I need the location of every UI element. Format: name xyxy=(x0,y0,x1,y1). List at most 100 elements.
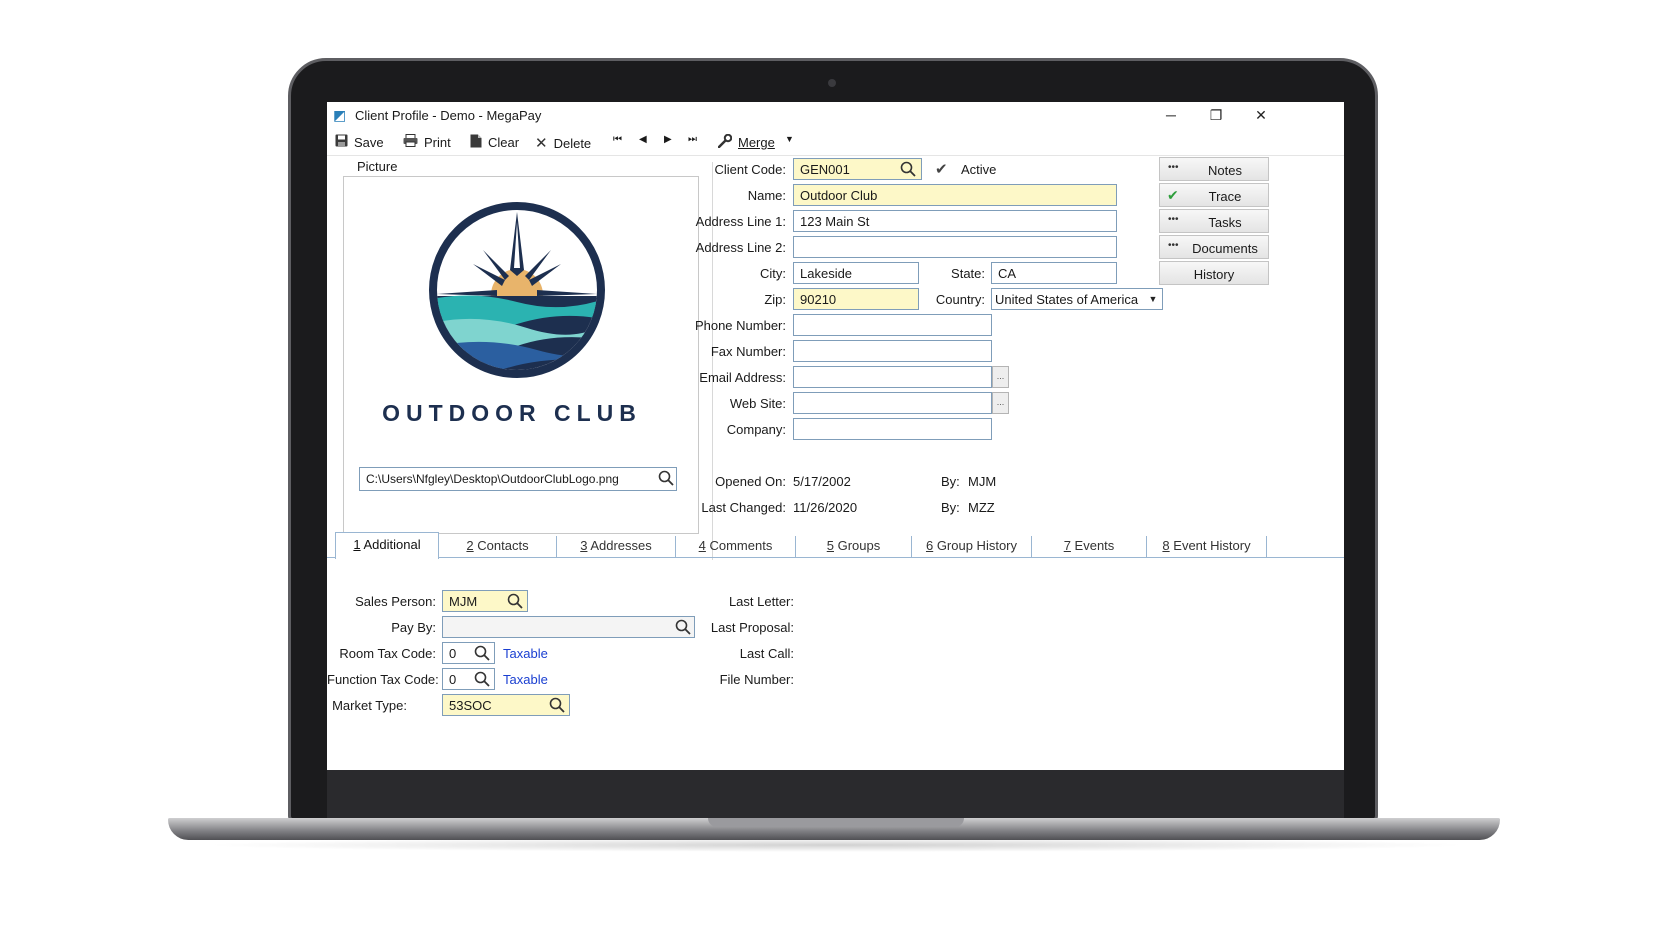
document-icon xyxy=(470,134,482,151)
opened-by-value: MJM xyxy=(968,474,997,489)
save-icon xyxy=(335,134,348,150)
last-proposal-label: Last Proposal: xyxy=(710,620,794,635)
web-site-label: Web Site: xyxy=(729,396,786,411)
tab-contacts[interactable]: 2 Contacts xyxy=(439,536,557,558)
sales-person-search-icon[interactable] xyxy=(507,593,523,612)
first-record-icon: ⏮ xyxy=(613,134,622,145)
address-line-2-input[interactable] xyxy=(793,236,1117,258)
country-select[interactable]: United States of America xyxy=(991,288,1163,310)
web-site-ellipsis-button[interactable]: ... xyxy=(992,392,1009,414)
documents-button[interactable]: ••• Documents xyxy=(1159,235,1269,259)
notes-label: Notes xyxy=(1208,163,1242,178)
logo-wordmark: OUTDOOR CLUB xyxy=(382,400,642,426)
room-tax-code-label: Room Tax Code: xyxy=(339,646,436,661)
ellipsis-icon: ••• xyxy=(1168,162,1179,173)
screen-bezel-bottom xyxy=(327,770,1344,820)
save-label: Save xyxy=(354,134,384,150)
tasks-label: Tasks xyxy=(1208,215,1242,230)
merge-dropdown-button[interactable]: ▼ xyxy=(785,134,794,144)
tasks-button[interactable]: ••• Tasks xyxy=(1159,209,1269,233)
history-button[interactable]: History xyxy=(1159,261,1269,285)
sales-person-label: Sales Person: xyxy=(355,594,436,609)
minimize-button[interactable]: ─ xyxy=(1151,104,1191,126)
active-label: Active xyxy=(961,162,997,177)
changed-by-value: MZZ xyxy=(968,500,995,515)
documents-label: Documents xyxy=(1192,241,1258,256)
history-label: History xyxy=(1193,267,1235,282)
client-code-label: Client Code: xyxy=(714,162,786,177)
email-ellipsis-button[interactable]: ... xyxy=(992,366,1009,388)
city-label: City: xyxy=(760,266,786,281)
company-input[interactable] xyxy=(793,418,992,440)
address-line-2-label: Address Line 2: xyxy=(695,240,786,255)
active-check-icon[interactable]: ✔ xyxy=(935,160,948,178)
state-label: State: xyxy=(951,266,985,281)
trace-check-icon: ✔ xyxy=(1167,187,1179,203)
state-input[interactable]: CA xyxy=(991,262,1117,284)
notes-button[interactable]: ••• Notes xyxy=(1159,157,1269,181)
title-bar: ◩ Client Profile - Demo - MegaPay ─ ❐ ✕ xyxy=(327,102,1344,128)
chevron-down-icon: ▼ xyxy=(785,134,794,144)
next-record-button[interactable]: ▶ xyxy=(664,134,672,145)
room-tax-taxable-link[interactable]: Taxable xyxy=(503,646,548,661)
trace-button[interactable]: ✔ Trace xyxy=(1159,183,1269,207)
name-input[interactable]: Outdoor Club xyxy=(793,184,1117,206)
print-label: Print xyxy=(424,134,451,150)
app-icon: ◩ xyxy=(333,107,347,123)
clear-button[interactable]: Clear xyxy=(470,134,519,151)
email-address-input[interactable] xyxy=(793,366,992,388)
tab-event-history[interactable]: 8 Event History xyxy=(1147,536,1267,558)
ellipsis-icon: ••• xyxy=(1168,214,1179,225)
tab-group-history[interactable]: 6 Group History xyxy=(912,536,1032,558)
last-changed-label: Last Changed: xyxy=(701,500,786,515)
room-tax-search-icon[interactable] xyxy=(474,645,490,664)
outdoor-club-logo-icon xyxy=(429,202,605,378)
print-button[interactable]: Print xyxy=(403,134,451,150)
name-label: Name: xyxy=(747,188,786,203)
tab-comments[interactable]: 4 Comments xyxy=(676,536,796,558)
trace-label: Trace xyxy=(1208,189,1242,204)
web-site-input[interactable] xyxy=(793,392,992,414)
last-record-button[interactable]: ⏭ xyxy=(688,134,697,145)
opened-on-value: 5/17/2002 xyxy=(793,474,851,489)
delete-button[interactable]: ✕ Delete xyxy=(535,134,591,152)
tab-groups[interactable]: 5 Groups xyxy=(796,536,912,558)
webcam xyxy=(828,79,836,87)
address-line-1-input[interactable]: 123 Main St xyxy=(793,210,1117,232)
merge-button[interactable]: Merge xyxy=(717,133,775,151)
function-tax-code-label: Function Tax Code: xyxy=(327,672,439,687)
function-tax-search-icon[interactable] xyxy=(474,671,490,690)
maximize-button[interactable]: ❐ xyxy=(1196,104,1236,126)
first-record-button[interactable]: ⏮ xyxy=(613,134,622,145)
delete-label: Delete xyxy=(553,135,592,151)
last-changed-value: 11/26/2020 xyxy=(793,500,858,515)
zip-input[interactable]: 90210 xyxy=(793,288,919,310)
email-address-label: Email Address: xyxy=(699,370,786,385)
tab-events[interactable]: 7 Events xyxy=(1032,536,1147,558)
opened-on-label: Opened On: xyxy=(715,474,786,489)
city-input[interactable]: Lakeside xyxy=(793,262,919,284)
pay-by-input[interactable] xyxy=(442,616,695,638)
next-record-icon: ▶ xyxy=(664,134,672,145)
ellipsis-icon: ••• xyxy=(1168,240,1179,251)
tab-strip: 1 Additional 2 Contacts 3 Addresses 4 Co… xyxy=(327,532,1344,559)
function-tax-taxable-link[interactable]: Taxable xyxy=(503,672,548,687)
picture-path-input[interactable]: C:\Users\Nfgley\Desktop\OutdoorClubLogo.… xyxy=(359,467,677,491)
tab-additional[interactable]: 1 Additional xyxy=(335,532,439,559)
market-type-search-icon[interactable] xyxy=(549,697,565,716)
save-button[interactable]: Save xyxy=(335,134,384,150)
country-chevron-down-icon[interactable]: ▼ xyxy=(1144,288,1162,310)
tab-addresses[interactable]: 3 Addresses xyxy=(557,536,676,558)
company-label: Company: xyxy=(726,422,786,437)
close-button[interactable]: ✕ xyxy=(1241,104,1281,126)
previous-record-button[interactable]: ◀ xyxy=(639,134,647,145)
phone-number-input[interactable] xyxy=(793,314,992,336)
country-label: Country: xyxy=(935,292,985,307)
pay-by-label: Pay By: xyxy=(391,620,436,635)
fax-number-label: Fax Number: xyxy=(710,344,786,359)
picture-legend: Picture xyxy=(353,159,402,174)
fax-number-input[interactable] xyxy=(793,340,992,362)
zip-label: Zip: xyxy=(764,292,786,307)
client-code-search-icon[interactable] xyxy=(900,161,916,180)
x-icon: ✕ xyxy=(535,135,548,152)
